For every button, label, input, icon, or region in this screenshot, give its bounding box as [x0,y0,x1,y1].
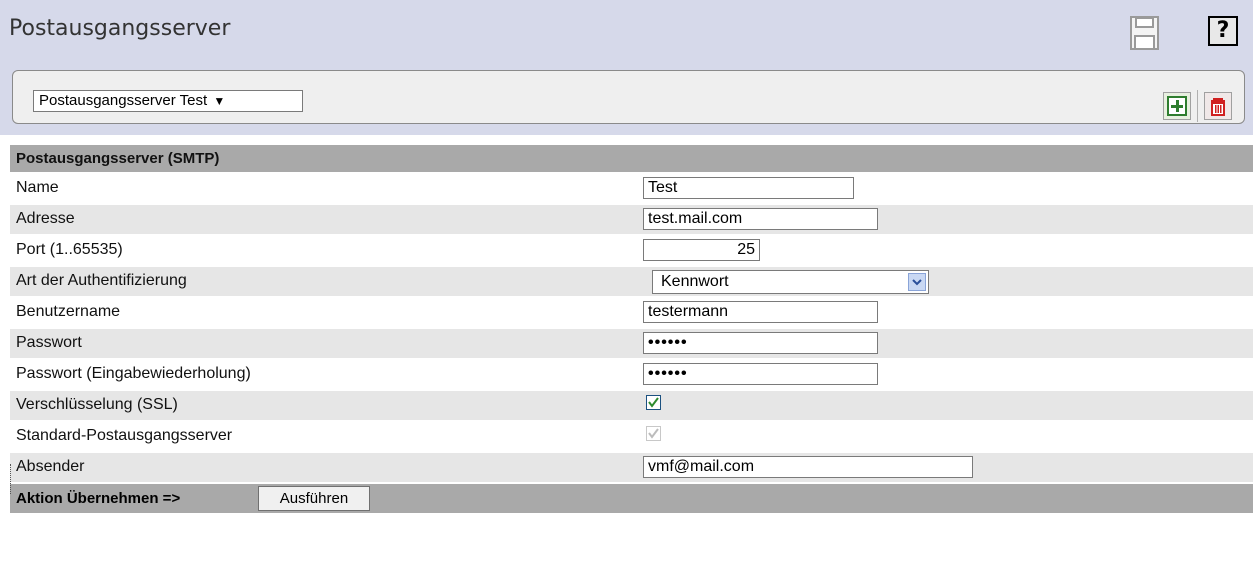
checkmark-icon [648,397,659,408]
section-title: Postausgangsserver (SMTP) [10,145,1253,172]
row-auth: Art der Authentifizierung Kennwort [10,265,1253,296]
auth-label: Art der Authentifizierung [16,272,187,289]
port-field[interactable]: 25 [643,239,760,261]
page-title: Postausgangsserver [9,16,231,41]
absender-label: Absender [16,458,85,475]
button-separator [1197,90,1198,122]
row-port: Port (1..65535) 25 [10,234,1253,265]
selector-panel: Postausgangsserver Test ▼ [12,70,1245,124]
name-label: Name [16,179,59,196]
focus-marker [10,464,11,494]
adresse-field[interactable]: test.mail.com [643,208,878,230]
row-standard-server: Standard-Postausgangsserver [10,420,1253,451]
delete-server-button[interactable] [1204,92,1232,120]
row-name: Name Test [10,172,1253,203]
row-ssl: Verschlüsselung (SSL) [10,389,1253,420]
ssl-label: Verschlüsselung (SSL) [16,396,178,413]
port-label: Port (1..65535) [16,241,123,258]
passwort-label: Passwort [16,334,82,351]
benutzername-label: Benutzername [16,303,121,320]
smtp-settings-table: Postausgangsserver (SMTP) Name Test Adre… [10,145,1253,513]
action-bar: Aktion Übernehmen => Ausführen [10,482,1253,513]
absender-field[interactable]: vmf@mail.com [643,456,973,478]
add-server-button[interactable] [1163,92,1191,120]
execute-button[interactable]: Ausführen [258,486,370,511]
chevron-down-icon [908,273,926,291]
standard-server-checkbox [646,426,661,441]
help-button[interactable]: ? [1208,16,1238,46]
row-benutzername: Benutzername testermann [10,296,1253,327]
ssl-checkbox[interactable] [646,395,661,410]
server-selector-bar: Postausgangsserver Test ▼ [0,60,1253,135]
server-select-value: Postausgangsserver Test [39,92,208,109]
passwort-field[interactable]: •••••• [643,332,878,354]
auth-select[interactable]: Kennwort [652,270,929,294]
trash-icon [1211,98,1225,116]
standard-server-label: Standard-Postausgangsserver [16,427,233,444]
row-passwort: Passwort •••••• [10,327,1253,358]
row-absender: Absender vmf@mail.com [10,451,1253,482]
passwort-repeat-label: Passwort (Eingabewiederholung) [16,365,251,382]
plus-icon [1167,96,1187,116]
benutzername-field[interactable]: testermann [643,301,878,323]
name-field[interactable]: Test [643,177,854,199]
checkmark-icon [648,428,659,439]
auth-select-value: Kennwort [661,273,729,290]
action-label: Aktion Übernehmen => [16,490,181,507]
header-bar: Postausgangsserver ? [0,0,1253,60]
chevron-down-icon: ▼ [213,94,226,108]
floppy-disk-icon[interactable] [1130,16,1159,50]
passwort-repeat-field[interactable]: •••••• [643,363,878,385]
row-adresse: Adresse test.mail.com [10,203,1253,234]
adresse-label: Adresse [16,210,75,227]
server-select[interactable]: Postausgangsserver Test ▼ [33,90,303,112]
row-passwort-repeat: Passwort (Eingabewiederholung) •••••• [10,358,1253,389]
